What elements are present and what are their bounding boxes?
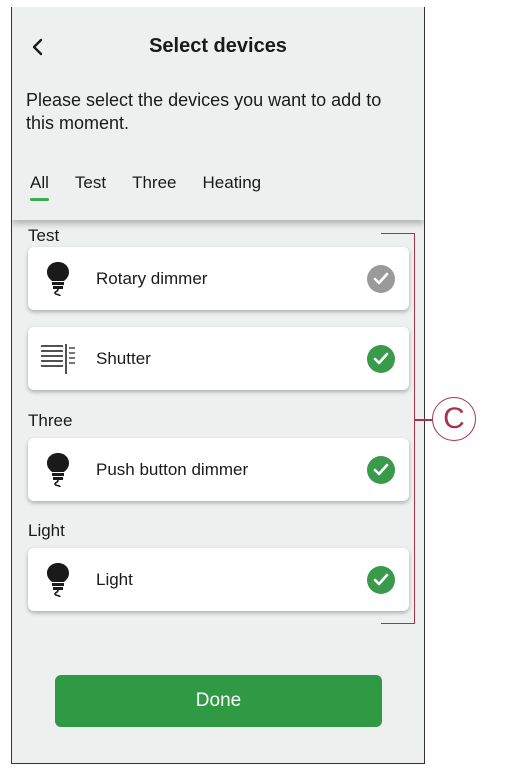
device-list: Test Rotary dimmer Shutter Three Push bu… <box>12 220 424 763</box>
device-name: Shutter <box>96 348 151 368</box>
page-title: Select devices <box>149 35 287 57</box>
section-label-light: Light <box>28 521 65 540</box>
device-card-push-button-dimmer[interactable]: Push button dimmer <box>28 438 409 501</box>
phone-screen: Select devices Please select the devices… <box>11 7 425 764</box>
tab-all[interactable]: All <box>26 173 53 203</box>
bulb-icon <box>40 560 76 600</box>
device-card-shutter[interactable]: Shutter <box>28 327 409 390</box>
shutter-icon <box>40 339 76 379</box>
section-label-three: Three <box>28 411 73 430</box>
device-card-light[interactable]: Light <box>28 548 409 611</box>
tab-three[interactable]: Three <box>128 173 180 203</box>
device-card-rotary-dimmer[interactable]: Rotary dimmer <box>28 247 409 310</box>
callout-connector <box>415 419 432 421</box>
device-name: Light <box>96 569 133 589</box>
tab-bar: All Test Three Heating <box>26 173 283 203</box>
bulb-icon <box>40 259 76 299</box>
done-button[interactable]: Done <box>55 675 382 727</box>
tab-test[interactable]: Test <box>71 173 110 203</box>
section-label-test: Test <box>28 226 60 245</box>
device-name: Push button dimmer <box>96 459 249 479</box>
instructions-text: Please select the devices you want to ad… <box>26 90 382 133</box>
callout-label: C <box>432 397 476 441</box>
tab-heating[interactable]: Heating <box>199 173 266 203</box>
header: Select devices Please select the devices… <box>12 7 424 220</box>
callout-bracket <box>381 233 415 624</box>
bulb-icon <box>40 450 76 490</box>
device-name: Rotary dimmer <box>96 268 208 288</box>
